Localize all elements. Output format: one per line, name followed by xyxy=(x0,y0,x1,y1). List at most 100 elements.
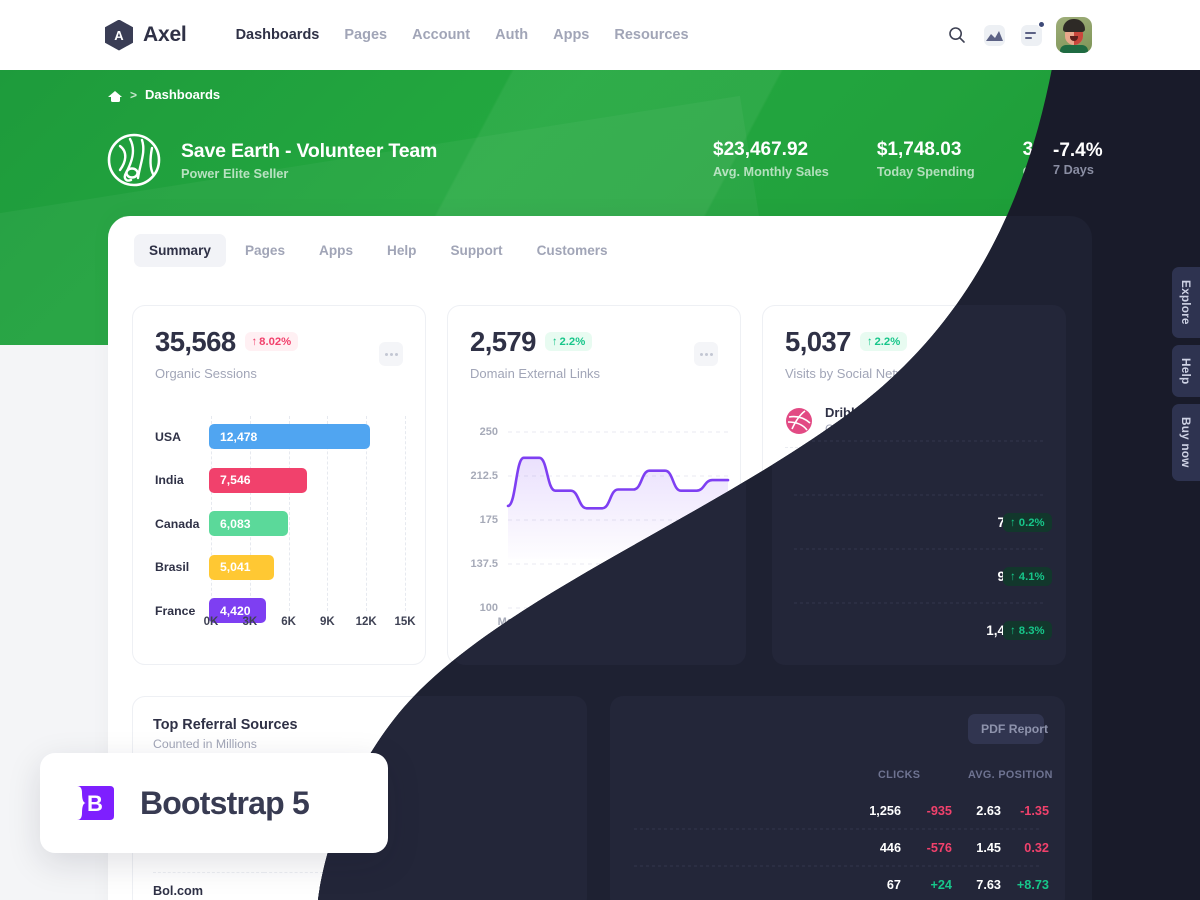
earth-logo-icon xyxy=(106,132,162,188)
badge-value: 2.2% xyxy=(874,335,901,348)
social-text: Dribbble Community xyxy=(825,405,886,436)
table-row[interactable]: Index 1,256 -935 2.63 -1.35 xyxy=(629,793,1042,830)
cell-metric-1: 1,256 -935 xyxy=(821,793,922,830)
breadcrumb-separator: > xyxy=(130,87,138,102)
bar: 12,478 xyxy=(209,424,371,449)
dribbble-icon xyxy=(785,407,813,435)
breadcrumb-current[interactable]: Dashboards xyxy=(145,87,220,102)
chart-icon-glyph xyxy=(983,24,1005,46)
metric-value: 5,037 xyxy=(785,326,851,357)
social-list-item[interactable]: YouTube Video Channel 978 ↑ 4.1% xyxy=(785,556,1033,610)
bar-chart-x-axis: 0K 3K 6K 9K 12K 15K xyxy=(204,616,416,634)
stat-label: Today Spending xyxy=(876,165,975,179)
tab-support[interactable]: Support xyxy=(435,234,517,267)
cell-metric-1: 67 +24 xyxy=(264,872,369,900)
notifications-icon[interactable] xyxy=(1019,21,1045,47)
social-desc: Video Channel xyxy=(825,584,904,598)
social-name: Dribbble xyxy=(825,405,878,420)
pdf-report-button[interactable]: PDF Report xyxy=(472,715,566,747)
x-tick-label: 15K xyxy=(394,616,416,628)
brand-name: Axel xyxy=(143,23,187,46)
table-card-performing-pages: Top Performing Pages Counted in Millions… xyxy=(608,696,1063,900)
social-desc: Community xyxy=(825,422,886,436)
x-tick-label: 0K xyxy=(203,616,219,628)
brand-logo[interactable]: A Axel xyxy=(105,19,187,51)
social-list-item[interactable]: Instagram Social Network 1,458 ↑ 8.3% xyxy=(785,610,1033,664)
bootstrap-promo-badge[interactable]: B Bootstrap 5 xyxy=(40,753,388,853)
bootstrap-promo-label: Bootstrap 5 xyxy=(140,784,310,821)
side-tab-help[interactable]: Help xyxy=(1172,344,1200,398)
table-row[interactable]: Bol.com 67 +24 73.63% +28.73% xyxy=(153,872,566,900)
badge-arrow-icon: ↑ xyxy=(992,576,999,589)
stat-value: $23,467.92 xyxy=(713,139,809,160)
social-value: 579 xyxy=(952,413,975,428)
side-tabs: Explore Help Buy now xyxy=(1172,267,1200,481)
nav-item-apps[interactable]: Apps xyxy=(553,27,589,43)
header-stat-overall-share: 3.8% Overall Share xyxy=(1023,139,1105,179)
cell-delta: +24 xyxy=(347,884,369,898)
y-tick-label: 212.5 xyxy=(470,470,498,482)
bar-category-label: France xyxy=(155,603,196,618)
cell-delta: +28.73% xyxy=(515,884,566,898)
search-icon[interactable] xyxy=(945,23,969,47)
col-conversion-rate: CONVERSION RATE xyxy=(456,768,566,780)
social-networks-list: Dribbble Community 579 ↑ 2.6% Linked In Social… xyxy=(785,394,1033,664)
social-delta-badge: ↑ 4.1% xyxy=(985,573,1033,592)
badge-value: 4.1% xyxy=(1000,576,1026,589)
side-tab-explore[interactable]: Explore xyxy=(1172,267,1200,338)
stat-value: $1,748.03 xyxy=(876,139,962,160)
badge-value: 8.02% xyxy=(259,335,292,348)
cell-value: 23.63% xyxy=(468,805,512,820)
x-tick-label: 3K xyxy=(242,616,258,628)
tab-summary[interactable]: Summary xyxy=(134,234,226,267)
table-row[interactable]: devs.keenthemes.com 67 +24 7.63 +8.73 xyxy=(629,866,1042,900)
table-row[interactable]: Products 446 -576 1.45 0.32 xyxy=(629,829,1042,867)
social-name: YouTube xyxy=(825,567,879,582)
col-landing-page: LANDING PAGE xyxy=(629,768,716,780)
stat-label: Avg. Monthly Sales xyxy=(713,165,829,179)
nav-item-resources[interactable]: Resources xyxy=(614,27,688,43)
col-clicks: CLICKS xyxy=(879,768,922,780)
youtube-icon xyxy=(785,569,813,597)
pages-table: LANDING PAGE CLICKS AVG. POSITION Index 1… xyxy=(629,768,1042,900)
cell-delta: -9.35% xyxy=(525,805,566,820)
avatar[interactable] xyxy=(1056,17,1092,53)
tab-customers[interactable]: Customers xyxy=(522,234,623,267)
notification-badge-dot xyxy=(1038,21,1045,28)
metric-value: 2,579 xyxy=(470,326,536,357)
y-tick-label: 175 xyxy=(479,514,498,526)
tab-apps[interactable]: Apps xyxy=(304,234,368,267)
side-tab-buy-now[interactable]: Buy now xyxy=(1172,404,1200,481)
gridline xyxy=(405,416,406,611)
tab-pages[interactable]: Pages xyxy=(230,234,300,267)
badge-arrow-icon: ↑ xyxy=(992,631,999,643)
cell-value: 7.63 xyxy=(971,878,996,892)
pdf-report-button[interactable]: PDF Report xyxy=(948,715,1042,747)
y-tick-label: 137.5 xyxy=(470,558,498,570)
nav-links: Dashboards Pages Account Auth Apps Resou… xyxy=(236,27,689,43)
more-options-icon[interactable] xyxy=(694,342,718,366)
social-list-item[interactable]: Slack Messanger 794 ↑ 0.2% xyxy=(785,502,1033,556)
more-options-icon[interactable] xyxy=(379,342,403,366)
social-value: 1,088 xyxy=(936,467,971,482)
nav-item-pages[interactable]: Pages xyxy=(344,27,387,43)
page-title: Save Earth - Volunteer Team xyxy=(181,139,438,162)
cell-delta: -576 xyxy=(896,841,922,855)
tab-help[interactable]: Help xyxy=(372,234,431,267)
badge-value: 2.6% xyxy=(1000,414,1026,427)
cell-delta: +24 xyxy=(900,878,922,892)
chart-icon[interactable] xyxy=(982,23,1006,47)
social-list-item[interactable]: Dribbble Community 579 ↑ 2.6% xyxy=(785,394,1033,448)
nav-item-dashboards[interactable]: Dashboards xyxy=(236,27,320,43)
nav-item-auth[interactable]: Auth xyxy=(495,27,528,43)
nav-item-account[interactable]: Account xyxy=(412,27,470,43)
metric-subtitle: Visits by Social Networks xyxy=(785,365,930,381)
col-avg-position: AVG. POSITION xyxy=(957,768,1042,780)
cell-metric-2: 73.63% +28.73% xyxy=(368,872,566,900)
metric-badge: ↑ 2.2% xyxy=(859,332,908,352)
cell-delta: 0.32 xyxy=(1017,841,1042,855)
home-icon[interactable] xyxy=(108,88,122,102)
social-list-item[interactable]: Linked In Social Media 1,088 ↘ 0.4% xyxy=(785,448,1033,502)
more-options-icon[interactable] xyxy=(1009,342,1033,366)
badge-arrow-icon: ↑ xyxy=(866,335,873,348)
